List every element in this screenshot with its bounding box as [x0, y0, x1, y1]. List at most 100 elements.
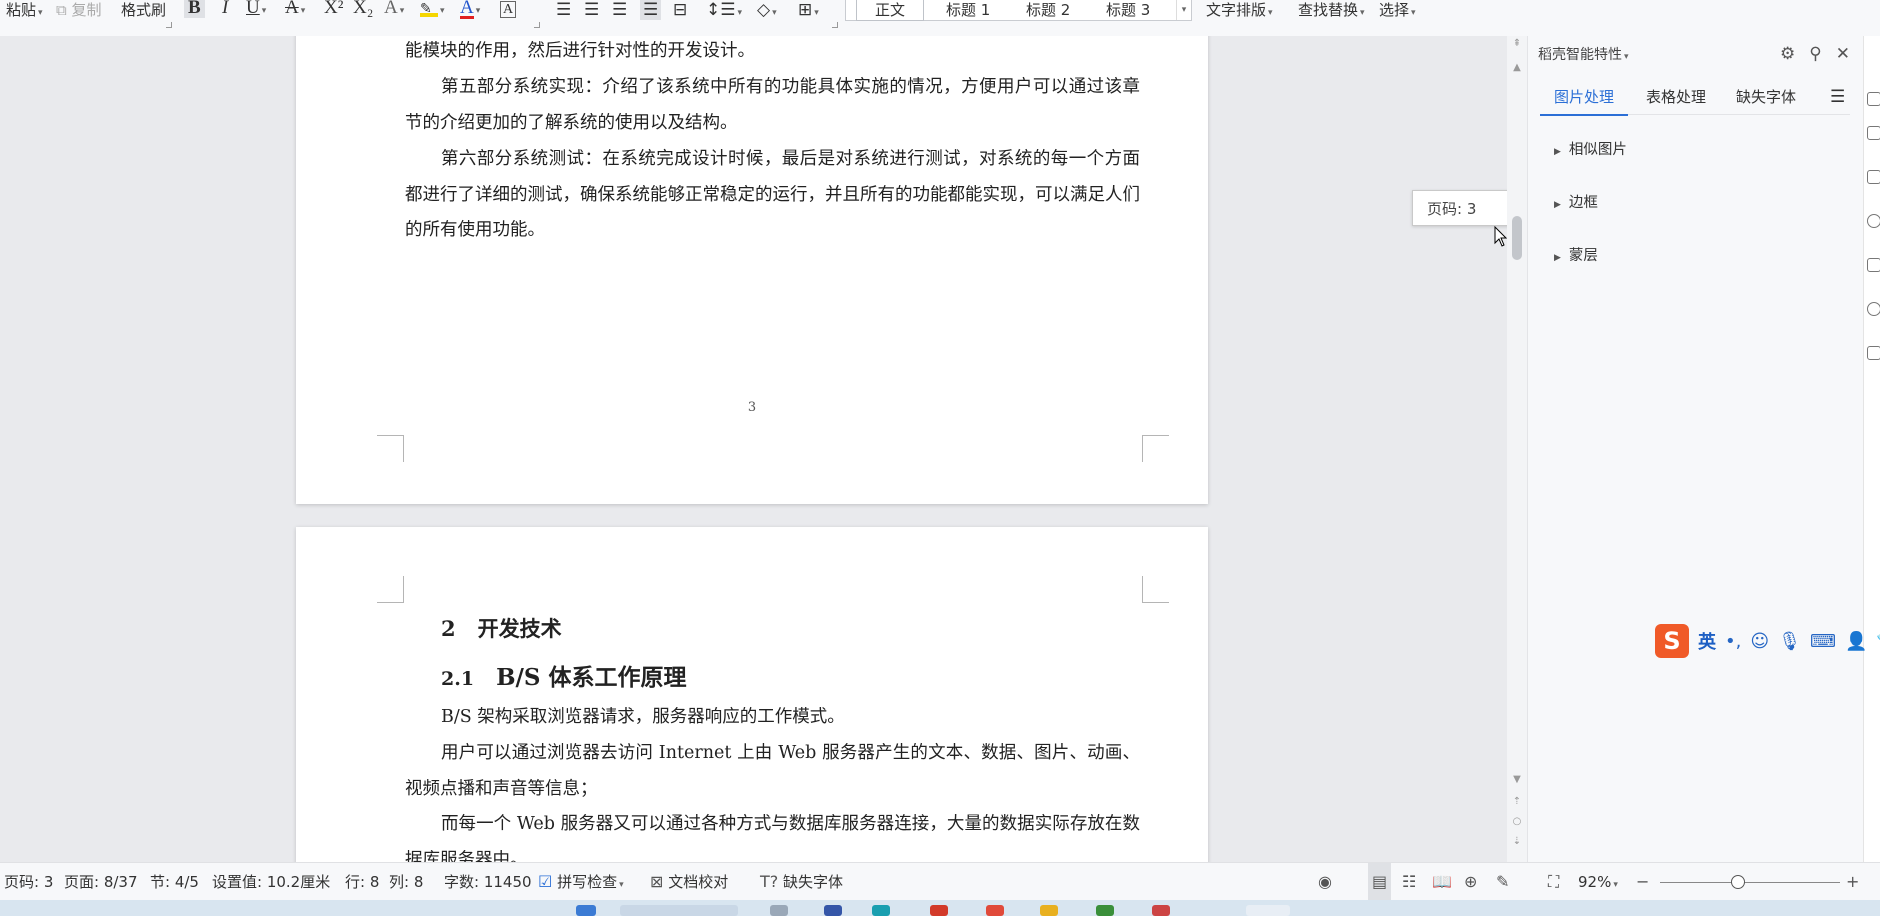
copy-button[interactable]: ⧉ 复制 [56, 0, 102, 20]
status-setting[interactable]: 设置值: 10.2厘米 [212, 863, 330, 901]
status-section[interactable]: 节: 4/5 [150, 863, 199, 901]
style-more-button[interactable]: ▾ [1176, 0, 1191, 20]
find-replace-button[interactable]: 查找替换 ▾ [1298, 0, 1365, 20]
align-center-button[interactable]: ☰ [584, 0, 599, 20]
gear-icon[interactable]: ⚙ [1780, 44, 1795, 64]
group-launcher-icon[interactable] [166, 22, 172, 28]
punctuation-icon[interactable]: •, [1725, 631, 1741, 652]
taskbar-app-icon[interactable] [824, 905, 842, 916]
status-word-count[interactable]: 字数: 11450 [444, 863, 532, 901]
status-row[interactable]: 行: 8 [345, 863, 379, 901]
scrollbar-thumb[interactable] [1512, 216, 1522, 260]
outline-view-icon[interactable]: ☷ [1402, 863, 1416, 901]
highlight-button[interactable]: ✎ ▾ [420, 0, 445, 18]
close-icon[interactable]: ✕ [1836, 44, 1850, 64]
group-launcher-icon[interactable] [534, 22, 540, 28]
tab-image-processing[interactable]: 图片处理 [1540, 84, 1629, 116]
taskbar-app-icon[interactable] [930, 905, 948, 916]
sogou-logo-icon[interactable]: S [1655, 624, 1689, 658]
spell-check-button[interactable]: ☑ 拼写检查 ▾ [538, 863, 624, 904]
panel-item-mask[interactable]: ▶ 蒙层 [1554, 244, 1598, 265]
next-page-icon[interactable]: ⇣ [1507, 836, 1527, 847]
style-normal[interactable]: 正文 [856, 0, 925, 21]
strikethrough-button[interactable]: A ▾ [285, 0, 305, 18]
paragraph[interactable]: B/S 架构采取浏览器请求，服务器响应的工作模式。 [405, 700, 1140, 736]
line-spacing-button[interactable]: ↕☰ ▾ [706, 0, 742, 20]
side-tool-icon[interactable] [1867, 258, 1880, 272]
paragraph[interactable]: 能模块的作用，然后进行针对性的开发设计。 [405, 36, 1140, 70]
taskbar-app-icon[interactable] [1246, 905, 1290, 916]
doc-proof-button[interactable]: ⊠ 文档校对 [650, 863, 728, 901]
font-color-button[interactable]: A ▾ [460, 0, 480, 19]
scroll-up-icon[interactable]: ▲ [1507, 62, 1527, 73]
status-page[interactable]: 页面: 8/37 [64, 863, 138, 901]
heading-2[interactable]: 2.1 B/S 体系工作原理 [441, 658, 687, 692]
bold-button[interactable]: B [184, 0, 205, 18]
zoom-slider-handle[interactable] [1731, 875, 1745, 889]
browse-object-icon[interactable]: ○ [1507, 816, 1527, 827]
panel-item-similar-images[interactable]: ▶ 相似图片 [1554, 138, 1627, 159]
side-tool-icon[interactable] [1867, 302, 1880, 316]
text-layout-button[interactable]: 文字排版 ▾ [1206, 0, 1273, 20]
read-view-icon[interactable]: 📖 [1432, 863, 1452, 901]
document-page[interactable]: 能模块的作用，然后进行针对性的开发设计。 第五部分系统实现：介绍了该系统中所有的… [296, 36, 1208, 504]
zoom-out-icon[interactable]: − [1636, 863, 1649, 901]
taskbar-app-icon[interactable] [1096, 905, 1114, 916]
justify-button[interactable]: ☰ [640, 0, 662, 20]
zoom-slider[interactable] [1660, 882, 1840, 883]
side-tool-icon[interactable] [1867, 92, 1880, 106]
document-page[interactable]: 2 开发技术 2.1 B/S 体系工作原理 B/S 架构采取浏览器请求，服务器响应的… [296, 527, 1208, 862]
taskbar-app-icon[interactable] [1040, 905, 1058, 916]
skin-icon[interactable]: 👕 [1876, 631, 1880, 652]
paste-button[interactable]: 粘贴 ▾ [6, 0, 43, 20]
side-tool-icon[interactable] [1867, 214, 1880, 228]
italic-button[interactable]: I [222, 0, 228, 18]
zoom-level-dropdown[interactable]: 92% ▾ [1578, 863, 1618, 904]
style-heading-2[interactable]: 标题 2 [1026, 0, 1070, 20]
write-view-icon[interactable]: ✎ [1496, 863, 1509, 901]
microphone-icon[interactable]: 🎙 [1778, 631, 1801, 652]
menu-icon[interactable]: ☰ [1830, 84, 1845, 114]
align-right-button[interactable]: ☰ [612, 0, 627, 20]
panel-item-border[interactable]: ▶ 边框 [1554, 191, 1598, 212]
taskbar-app-icon[interactable] [576, 905, 596, 916]
taskbar-app-icon[interactable] [986, 905, 1004, 916]
taskbar-app-icon[interactable] [770, 905, 788, 916]
vertical-scrollbar[interactable]: ⇞ ▲ ▼ ⇡ ○ ⇣ [1507, 36, 1527, 862]
side-tool-icon[interactable] [1867, 126, 1880, 140]
status-col[interactable]: 列: 8 [389, 863, 423, 901]
paragraph[interactable]: 而每一个 Web 服务器又可以通过各种方式与数据库服务器连接，大量的数据实际存放… [405, 807, 1140, 862]
shading-button[interactable]: ◇ ▾ [757, 0, 777, 20]
missing-font-button[interactable]: T? 缺失字体 [760, 863, 843, 901]
keyboard-icon[interactable]: ⌨ [1810, 631, 1836, 652]
eye-protection-icon[interactable]: ◉ [1318, 863, 1332, 901]
web-view-icon[interactable]: ⊕ [1464, 863, 1477, 901]
subscript-button[interactable]: X₂ [353, 0, 373, 18]
pin-icon[interactable]: ⚲ [1809, 44, 1821, 64]
tab-missing-fonts[interactable]: 缺失字体 [1736, 84, 1796, 114]
borders-button[interactable]: ⊞ ▾ [798, 0, 819, 20]
side-tool-icon[interactable] [1867, 346, 1880, 360]
format-painter-button[interactable]: 格式刷 [121, 0, 166, 20]
previous-page-icon[interactable]: ⇡ [1507, 796, 1527, 807]
scroll-top-icon[interactable]: ⇞ [1507, 38, 1527, 49]
select-button[interactable]: 选择 ▾ [1379, 0, 1416, 20]
ime-language-toggle[interactable]: 英 [1698, 628, 1716, 654]
status-page-code[interactable]: 页码: 3 [4, 863, 53, 901]
superscript-button[interactable]: X² [324, 0, 343, 18]
zoom-in-icon[interactable]: + [1846, 863, 1859, 901]
taskbar-app-icon[interactable] [1152, 905, 1170, 916]
tab-table-processing[interactable]: 表格处理 [1646, 84, 1706, 114]
fit-page-icon[interactable]: ⛶ [1548, 863, 1559, 901]
side-tool-icon[interactable] [1867, 170, 1880, 184]
paragraph[interactable]: 用户可以通过浏览器去访问 Internet 上由 Web 服务器产生的文本、数据… [405, 736, 1140, 807]
user-icon[interactable]: 👤 [1845, 631, 1867, 652]
text-effect-button[interactable]: A ▾ [384, 0, 404, 18]
document-area[interactable]: 能模块的作用，然后进行针对性的开发设计。 第五部分系统实现：介绍了该系统中所有的… [0, 36, 1512, 862]
taskbar-search-box[interactable] [620, 905, 738, 916]
taskbar-app-icon[interactable] [872, 905, 890, 916]
style-heading-1[interactable]: 标题 1 [946, 0, 990, 20]
scroll-down-icon[interactable]: ▼ [1507, 774, 1527, 785]
panel-title-dropdown[interactable]: 稻壳智能特性 ▾ [1538, 44, 1629, 64]
heading-1[interactable]: 2 开发技术 [441, 613, 562, 643]
